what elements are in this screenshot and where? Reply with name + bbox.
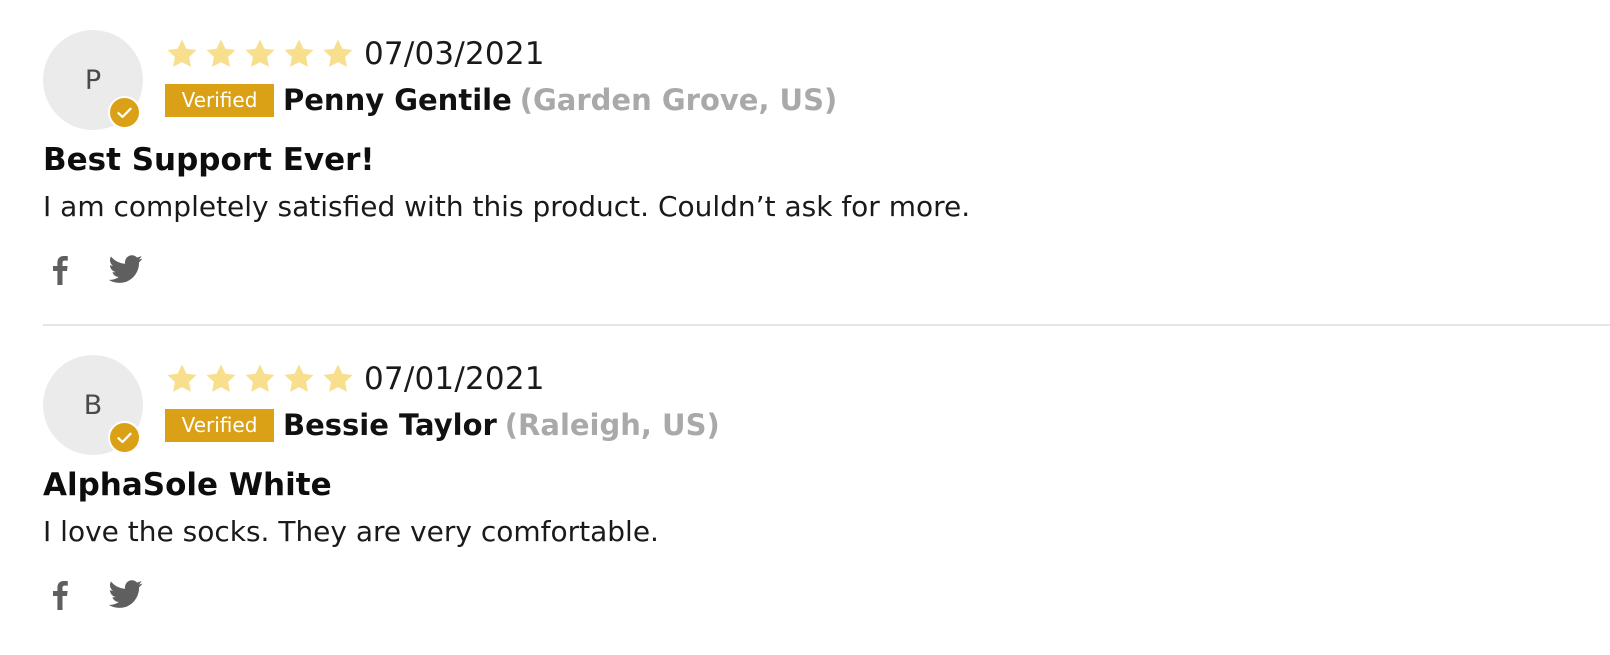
- star-rating: [165, 362, 360, 396]
- star-icon: [245, 39, 275, 67]
- twitter-icon[interactable]: [109, 252, 143, 286]
- facebook-icon[interactable]: [43, 252, 77, 286]
- verified-badge: Verified: [165, 83, 274, 117]
- share-buttons: [43, 577, 143, 611]
- avatar-initial: P: [84, 64, 102, 96]
- review-item: P 07/03/2021 Verified Penny Gentile (Gar…: [43, 30, 1610, 330]
- review-author-row: Verified Penny Gentile (Garden Grove, US…: [165, 80, 837, 120]
- star-icon: [284, 364, 314, 392]
- author-name: Bessie Taylor: [283, 408, 497, 442]
- star-icon: [206, 364, 236, 392]
- review-list: P 07/03/2021 Verified Penny Gentile (Gar…: [0, 0, 1610, 654]
- star-icon: [284, 39, 314, 67]
- star-icon: [167, 364, 197, 392]
- author-location: (Garden Grove, US): [519, 83, 838, 117]
- review-title: Best Support Ever!: [43, 142, 375, 178]
- verified-badge: Verified: [165, 408, 274, 442]
- review-divider: [43, 324, 1610, 326]
- star-rating: [165, 37, 360, 71]
- star-icon: [206, 39, 236, 67]
- author-name: Penny Gentile: [283, 83, 512, 117]
- facebook-icon[interactable]: [43, 577, 77, 611]
- review-title: AlphaSole White: [43, 467, 332, 503]
- avatar-initial: B: [83, 389, 103, 421]
- star-icon: [167, 39, 197, 67]
- review-meta: 07/01/2021: [165, 357, 545, 401]
- author-location: (Raleigh, US): [504, 408, 720, 442]
- verified-check-icon: [108, 96, 141, 129]
- verified-check-icon: [108, 421, 141, 454]
- star-icon: [323, 364, 353, 392]
- review-body: I love the socks. They are very comforta…: [43, 515, 659, 548]
- review-meta: 07/03/2021: [165, 32, 545, 76]
- star-icon: [323, 39, 353, 67]
- review-date: 07/03/2021: [364, 36, 545, 72]
- twitter-icon[interactable]: [109, 577, 143, 611]
- avatar: B: [43, 355, 143, 455]
- review-author-row: Verified Bessie Taylor (Raleigh, US): [165, 405, 720, 445]
- avatar: P: [43, 30, 143, 130]
- review-date: 07/01/2021: [364, 361, 545, 397]
- review-item: B 07/01/2021 Verified Bessie Taylor (Ral…: [43, 355, 1610, 655]
- share-buttons: [43, 252, 143, 286]
- review-body: I am completely satisfied with this prod…: [43, 190, 971, 223]
- star-icon: [245, 364, 275, 392]
